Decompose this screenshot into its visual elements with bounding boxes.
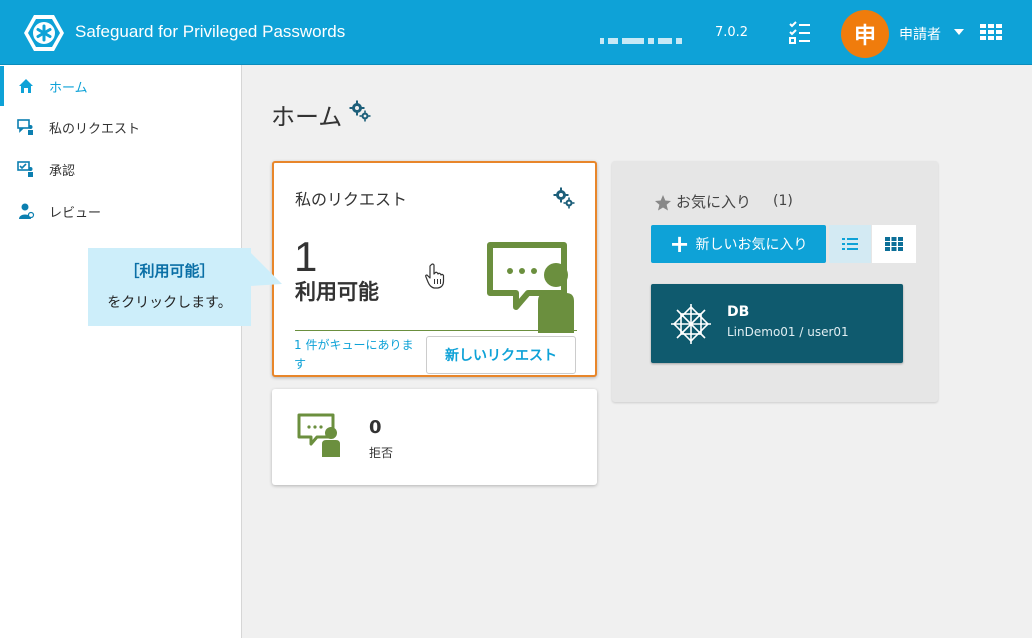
- redacted-text: [600, 29, 700, 44]
- reviews-icon: [19, 203, 35, 219]
- instruction-callout: ［利用可能］ をクリックします。: [88, 248, 251, 326]
- queue-link[interactable]: 1 件がキューにあります: [294, 336, 424, 374]
- version-label: 7.0.2: [715, 25, 749, 40]
- my-requests-icon: [17, 119, 33, 135]
- callout-title: ［利用可能］: [124, 262, 215, 280]
- user-menu-label[interactable]: 申請者: [899, 24, 941, 44]
- safeguard-logo-icon[interactable]: [24, 14, 64, 52]
- sidebar-item-approvals[interactable]: 承認: [0, 149, 241, 189]
- divider: [295, 330, 577, 331]
- favorite-name: DB: [727, 304, 750, 320]
- sidebar: ホーム 私のリクエスト 承認 レビュー: [0, 65, 242, 638]
- new-favorite-button[interactable]: + 新しいお気に入り: [651, 225, 826, 263]
- sidebar-item-label: レビュー: [49, 205, 102, 221]
- rejected-label: 拒否: [369, 446, 394, 460]
- task-list-icon[interactable]: [788, 20, 812, 46]
- request-presenter-icon: [487, 242, 574, 333]
- new-request-button[interactable]: 新しいリクエスト: [426, 336, 576, 374]
- home-icon: [19, 79, 33, 93]
- available-label[interactable]: 利用可能: [295, 276, 379, 306]
- card-title: 私のリクエスト: [295, 190, 408, 209]
- avatar[interactable]: 申: [841, 10, 889, 58]
- approvals-icon: [17, 161, 33, 177]
- centos-logo-icon: [671, 304, 711, 344]
- list-view-toggle[interactable]: [829, 225, 871, 263]
- rejected-count: 0: [369, 417, 382, 438]
- callout-text: をクリックします。: [107, 295, 232, 311]
- star-icon: [655, 195, 671, 211]
- app-grid-icon[interactable]: [980, 24, 1002, 42]
- favorite-tile[interactable]: DB LinDemo01 / user01: [651, 284, 903, 363]
- sidebar-item-label: ホーム: [49, 80, 88, 96]
- sidebar-item-my-requests[interactable]: 私のリクエスト: [0, 107, 241, 147]
- favorites-count: (1): [773, 193, 793, 209]
- list-icon: [842, 238, 858, 250]
- request-presenter-icon: [297, 413, 340, 457]
- grid-view-toggle[interactable]: [872, 225, 916, 263]
- sidebar-item-label: 承認: [49, 163, 76, 179]
- available-count[interactable]: 1: [294, 233, 317, 281]
- callout-pointer: [250, 252, 282, 286]
- new-favorite-label: 新しいお気に入り: [695, 237, 808, 253]
- sidebar-item-label: 私のリクエスト: [49, 121, 141, 137]
- rejected-card[interactable]: 0 拒否: [272, 389, 597, 485]
- favorites-title: お気に入り: [676, 193, 752, 211]
- app-title[interactable]: Safeguard for Privileged Passwords: [75, 22, 345, 42]
- top-bar: Safeguard for Privileged Passwords 7.0.2…: [0, 0, 1032, 65]
- settings-gears-icon[interactable]: [551, 186, 577, 210]
- page-title: ホーム: [271, 103, 343, 131]
- favorite-detail: LinDemo01 / user01: [727, 325, 849, 339]
- settings-gears-icon[interactable]: [348, 99, 372, 123]
- chevron-down-icon[interactable]: [954, 29, 964, 35]
- sidebar-item-reviews[interactable]: レビュー: [0, 191, 241, 231]
- grid-icon: [885, 237, 903, 251]
- hand-cursor-icon: [425, 263, 445, 289]
- sidebar-item-home[interactable]: ホーム: [0, 66, 241, 106]
- favorites-panel: お気に入り (1) + 新しいお気に入り DB LinDemo01 / user…: [612, 161, 938, 402]
- plus-icon: +: [669, 230, 690, 258]
